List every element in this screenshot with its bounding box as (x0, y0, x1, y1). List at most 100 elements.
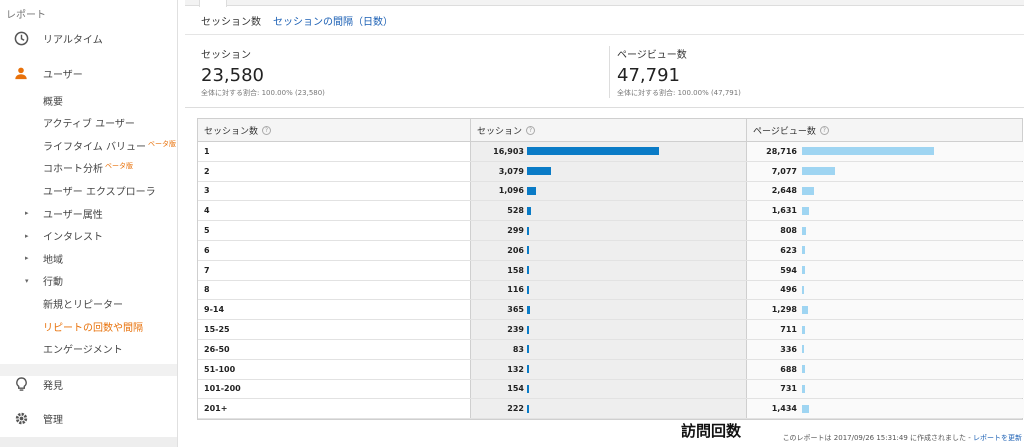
sidebar-subitem[interactable]: リピートの回数や間隔 (0, 316, 177, 336)
sidebar-subitem[interactable]: ▸ ユーザー属性 (0, 203, 177, 223)
table-row: 6 206 623 (198, 240, 1024, 261)
sidebar-subitem[interactable]: ライフタイム バリュー ベータ版 (0, 135, 177, 155)
session-count-cell: 201+ (198, 399, 471, 419)
pageviews-value: 808 (780, 226, 797, 236)
session-count-cell: 4 (198, 201, 471, 221)
timestamp-text: このレポートは 2017/09/26 15:31:49 に作成されました - (782, 434, 973, 442)
metric-label: ページビュー数 (617, 50, 687, 61)
sidebar-item-realtime[interactable]: リアルタイム (0, 26, 177, 50)
sidebar-subitem-label: エンゲージメント (43, 341, 123, 356)
sidebar-subitem[interactable]: コホート分析 ベータ版 (0, 158, 177, 178)
pageviews-bar (802, 206, 810, 215)
sessions-bar (527, 404, 529, 413)
sidebar-item-label: 発見 (43, 380, 63, 392)
refresh-report-link[interactable]: レポートを更新 (973, 434, 1022, 442)
table-row: 15-25 239 711 (198, 320, 1024, 340)
caret-right-icon[interactable]: ▸ (25, 232, 29, 240)
sidebar-subitem[interactable]: 概要 (0, 90, 177, 110)
sidebar-subitem-text: エンゲージメント (43, 345, 123, 357)
session-count-cell: 3 (198, 181, 471, 201)
sessions-bar (527, 365, 529, 374)
sidebar: レポート リアルタイム ユーザー 概要 アクティブ ユーザー ライフタイム バリュー… (0, 0, 178, 447)
pageviews-bar (802, 246, 805, 255)
help-icon[interactable]: ? (819, 126, 829, 135)
session-count-cell: 15-25 (198, 320, 471, 339)
pageviews-value: 496 (780, 285, 797, 295)
metric-pageviews: ページビュー数 47,791 全体に対する割合: 100.00% (47,791… (617, 46, 741, 98)
caret-right-icon[interactable]: ▸ (25, 254, 29, 262)
sidebar-subitem[interactable]: ▾ 行動 (0, 271, 177, 291)
sidebar-subitem-text: 行動 (43, 277, 63, 289)
sessions-bar (527, 186, 536, 195)
sidebar-subitem-text: 概要 (43, 96, 63, 108)
table-row: 51-100 132 688 (198, 359, 1024, 380)
table-row: 101-200 154 731 (198, 379, 1024, 400)
sidebar-subitem-text: 地域 (43, 254, 63, 266)
sidebar-subitem-text: リピートの回数や間隔 (43, 322, 143, 334)
table-row: 8 116 496 (198, 280, 1024, 301)
header-session-count[interactable]: セッション数? (198, 119, 471, 142)
sessions-cell: 116 (471, 280, 747, 300)
help-icon[interactable]: ? (262, 126, 272, 135)
sidebar-item-user[interactable]: ユーザー (0, 61, 177, 85)
sessions-cell: 132 (471, 359, 747, 379)
session-count-cell: 6 (198, 240, 471, 260)
session-count-cell: 9-14 (198, 300, 471, 320)
sessions-cell: 365 (471, 300, 747, 320)
pageviews-bar (802, 404, 809, 413)
pageviews-cell: 1,631 (747, 201, 1024, 221)
sidebar-subitem[interactable]: ユーザー エクスプローラ (0, 180, 177, 200)
pageviews-value: 594 (780, 265, 797, 275)
sidebar-subitem-label: 概要 (43, 93, 63, 108)
sessions-cell: 1,096 (471, 181, 747, 201)
sidebar-item-label: リアルタイム (43, 34, 103, 46)
table-row: 201+ 222 1,434 (198, 399, 1024, 420)
sessions-bar (527, 266, 529, 275)
table-row: 5 299 808 (198, 221, 1024, 241)
sidebar-item-discover[interactable]: 発見 (0, 372, 177, 396)
metric-label: セッション (201, 50, 251, 61)
header-pageviews[interactable]: ページビュー数? (747, 119, 1024, 142)
metric-divider (609, 46, 610, 98)
caption-title: 訪問回数 (681, 422, 742, 440)
sidebar-subitem[interactable]: 新規とリピーター (0, 293, 177, 313)
pageviews-cell: 496 (747, 280, 1024, 300)
sessions-bar (527, 246, 529, 255)
header-label: ページビュー数 (753, 127, 816, 137)
caret-right-icon[interactable]: ▸ (25, 209, 29, 217)
clock-icon (13, 30, 29, 46)
pageviews-bar (802, 266, 805, 275)
session-count-cell: 7 (198, 260, 471, 280)
sessions-cell: 299 (471, 221, 747, 240)
gear-icon (13, 410, 29, 426)
sidebar-subitem-label: インタレスト (43, 228, 103, 243)
tab-session-interval[interactable]: セッションの間隔（日数） (273, 13, 393, 28)
tab-sessions[interactable]: セッション数 (201, 13, 261, 28)
pageviews-bar (802, 285, 805, 294)
table-row: 7 158 594 (198, 260, 1024, 281)
top-strip (185, 0, 1024, 6)
header-sessions[interactable]: セッション? (471, 119, 747, 142)
pageviews-value: 1,298 (771, 305, 797, 315)
summary-panel: セッション 23,580 全体に対する割合: 100.00% (23,580) … (185, 36, 1024, 108)
table-row: 26-50 83 336 (198, 339, 1024, 360)
sidebar-subitem-label: ライフタイム バリュー ベータ版 (43, 138, 176, 153)
sidebar-subitem-label: ユーザー属性 (43, 206, 103, 221)
caret-down-icon[interactable]: ▾ (25, 277, 29, 285)
pageviews-cell: 1,298 (747, 300, 1024, 320)
sidebar-subitem[interactable]: ▸ 地域 (0, 248, 177, 268)
pageviews-bar (802, 305, 808, 314)
session-count-cell: 5 (198, 221, 471, 240)
pageviews-bar (802, 226, 806, 235)
table-row: 4 528 1,631 (198, 201, 1024, 222)
sidebar-subitem[interactable]: ▸ インタレスト (0, 226, 177, 246)
sidebar-subitem[interactable]: エンゲージメント (0, 339, 177, 359)
sidebar-subitem[interactable]: アクティブ ユーザー (0, 113, 177, 133)
sidebar-item-admin[interactable]: 管理 (0, 406, 177, 430)
help-icon[interactable]: ? (526, 126, 536, 135)
pageviews-cell: 688 (747, 359, 1024, 379)
sessions-cell: 83 (471, 339, 747, 359)
metric-sessions: セッション 23,580 全体に対する割合: 100.00% (23,580) (201, 46, 325, 98)
pageviews-cell: 2,648 (747, 181, 1024, 201)
sidebar-item-label: ユーザー (43, 69, 83, 81)
